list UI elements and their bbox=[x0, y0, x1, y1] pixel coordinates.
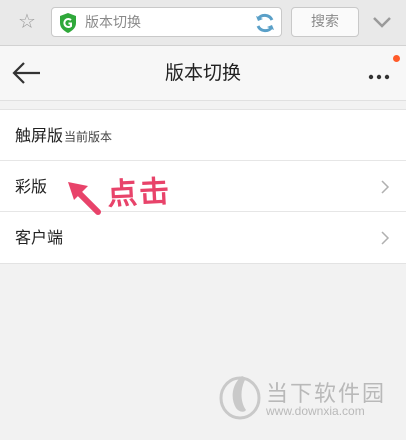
list-item-label: 彩版 bbox=[15, 177, 48, 196]
annotation-arrow-icon bbox=[68, 182, 101, 215]
list-item-label: 客户端 bbox=[15, 228, 64, 247]
address-bar[interactable]: 版本切换 bbox=[51, 7, 282, 37]
page-title: 版本切换 bbox=[164, 62, 241, 84]
current-version-tag: 当前版本 bbox=[64, 130, 113, 144]
more-options-icon[interactable] bbox=[366, 64, 394, 86]
refresh-icon[interactable] bbox=[254, 12, 276, 34]
chevron-right-icon bbox=[381, 180, 390, 194]
list-item-color-version[interactable]: 彩版 bbox=[0, 161, 406, 212]
chevron-down-icon[interactable] bbox=[370, 10, 394, 34]
chevron-right-icon bbox=[381, 231, 390, 245]
page-header: 版本切换 bbox=[0, 46, 406, 101]
list-item-touch-version[interactable]: 触屏版当前版本 bbox=[0, 110, 406, 161]
list-item-label: 触屏版 bbox=[15, 126, 64, 145]
notification-dot bbox=[393, 55, 400, 62]
bookmark-star-icon[interactable]: ☆ bbox=[15, 9, 39, 33]
version-list: 触屏版当前版本 彩版 客户端 bbox=[0, 109, 406, 264]
list-item-client[interactable]: 客户端 bbox=[0, 212, 406, 263]
annotation-text: 点击 bbox=[106, 174, 173, 213]
watermark-url: www.downxia.com bbox=[266, 404, 365, 418]
search-button[interactable]: 搜索 bbox=[291, 7, 359, 37]
security-shield-icon bbox=[60, 13, 76, 33]
browser-toolbar: ☆ 版本切换 搜索 bbox=[0, 0, 406, 46]
watermark-logo-icon bbox=[219, 376, 261, 420]
address-text: 版本切换 bbox=[85, 15, 141, 31]
